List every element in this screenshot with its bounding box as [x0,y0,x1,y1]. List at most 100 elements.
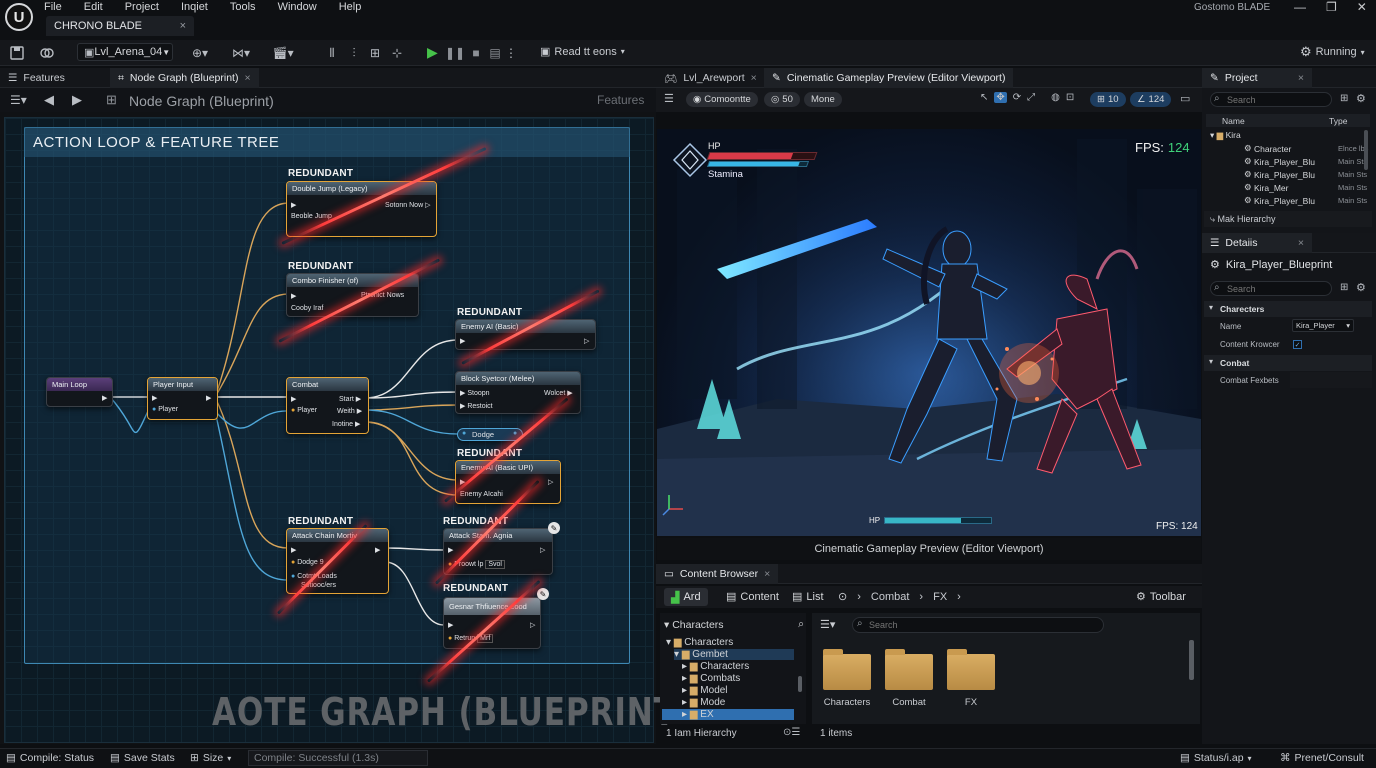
level-selector[interactable]: ▣ Lvl_Arena_04 ▼ [77,43,173,61]
menu-project[interactable]: Project [125,1,159,13]
close-icon[interactable]: × [180,20,186,32]
menu-help[interactable]: Help [339,1,362,13]
viewport-menu-icon[interactable]: ☰ [664,92,674,105]
close-icon[interactable]: × [751,72,757,84]
node-player-input[interactable]: Player Input ▶ ● Player ▶ [147,377,218,420]
node-block-system[interactable]: Block Syetcor (Melee) ▶ Stoopn Wolcet ▶ … [455,371,581,414]
close-icon[interactable]: × [1298,72,1304,84]
exec-pin[interactable]: ▶ [291,395,296,403]
tab-node-graph[interactable]: ⌗ Node Graph (Blueprint) × [110,68,259,88]
maximize-icon[interactable]: ❐ [1326,0,1337,14]
surface-snap-icon[interactable]: ⊡ [1066,92,1074,103]
hamburger-menu-icon[interactable]: ☰▾ [10,93,27,107]
exec-out-pin[interactable]: ▷ [584,337,589,345]
add-button[interactable]: ▟ Ard [664,588,708,606]
eject-button[interactable]: ▤ [487,43,503,63]
details-section-combat[interactable]: Conbat [1204,355,1372,371]
exec-out-pin[interactable]: Start ▶ [339,395,361,403]
minimize-icon[interactable]: — [1294,0,1306,14]
tree-item[interactable]: ▸ ▆ Mode [682,697,725,708]
forward-arrow-icon[interactable]: ▶ [72,92,82,108]
folder-combat-icon[interactable] [885,649,933,690]
data-pin[interactable]: Enemy AIcahi [460,491,503,498]
exec-pin[interactable]: ▶ [206,394,211,402]
tree-item[interactable]: ▸ ▆ Model [682,685,728,696]
tree-item[interactable]: ▾ ▆ Gembet [674,649,794,660]
project-scrollbar[interactable] [1364,130,1368,170]
toolbar-settings-button[interactable]: ⚙ Toolbar [1136,590,1186,604]
exec-pin[interactable]: ▶ [291,201,296,209]
comment-bubble-icon[interactable]: ✎ [548,522,560,534]
document-tab[interactable]: CHRONO BLADE × [46,16,194,36]
cinematics-icon[interactable]: 🎬︎▾ [268,43,298,63]
project-row[interactable]: ▾ ▆ Kira [1210,130,1241,141]
data-pin[interactable]: ● Player [152,406,178,413]
grid-snap-chip[interactable]: ⊞ 10 [1090,92,1126,107]
tree-item[interactable]: ▾ ▆ Characters [666,637,733,648]
columns-icon[interactable]: ⊞ [1340,93,1348,104]
tab-cinematic-preview[interactable]: ✎ Cinematic Gameplay Preview (Editor View… [764,68,1014,88]
add-actor-icon[interactable]: ⊕▾ [186,43,214,63]
close-icon[interactable]: × [764,568,770,580]
tab-project[interactable]: ✎ Project × [1202,68,1312,88]
exec-pin[interactable]: ▶ [102,394,107,402]
rotate-icon[interactable]: ⟳ [1013,92,1021,103]
comment-bubble-icon[interactable]: ✎ [537,588,549,600]
snap-icon[interactable]: ⫶ [346,43,362,63]
compile-button[interactable]: ▤ Compile: Status [6,750,94,766]
exec-out-pin[interactable]: ▶ [375,546,380,554]
gear-icon[interactable]: ⚙ [1356,281,1366,294]
details-search-input[interactable] [1210,281,1332,296]
project-row[interactable]: ⚙ Kira_Player_Blu Main Sts [1244,156,1367,167]
rotation-snap-chip[interactable]: ∠ 124 [1130,92,1172,107]
exec-pin[interactable]: ▶ [448,621,453,629]
search-icon[interactable]: ⌕ [798,618,804,631]
exec-out-pin[interactable]: Wolcet ▶ [544,389,573,397]
content-button[interactable]: ▤ Content [726,590,779,604]
size-dropdown[interactable]: ⊞ Size ▾ [190,750,231,766]
pause-button[interactable]: ❚❚ [445,43,465,63]
exec-pin[interactable]: ▶ Restoict [460,402,493,410]
exec-pin[interactable]: ▶ Stoopn [460,389,490,397]
gear-icon[interactable]: ⚙ [1356,92,1366,105]
data-out-pin[interactable]: ● [513,430,517,437]
scale-icon[interactable]: ⤢ [1027,92,1035,103]
select-icon[interactable]: ↖ [980,92,988,103]
project-row[interactable]: ⚙ Kira_Player_Blu Main Sts [1244,169,1367,180]
tree-scrollbar[interactable] [798,676,802,692]
breadcrumb-combat[interactable]: Combat [871,591,910,603]
data-pin[interactable]: ● Dodge 9 [291,559,324,566]
details-section-characters[interactable]: Charecters [1204,301,1372,317]
node-enemy-ai-basic[interactable]: Enemy AI (Basic) ▶ ▷ [455,319,596,350]
exec-pin[interactable]: ▶ [152,394,157,402]
exec-out-pin[interactable]: Sotonn Now ▷ [385,201,430,209]
asset-scrollbar[interactable] [1189,640,1194,680]
align-icon[interactable]: ⫴ [324,43,340,63]
exec-pin[interactable]: ▶ [291,292,296,300]
menu-tools[interactable]: Tools [230,1,256,13]
more-options-icon[interactable]: ⋮ [505,43,517,63]
exec-out-pin[interactable]: ▷ [540,546,545,554]
close-icon[interactable]: × [1298,237,1304,249]
node-attack-stam[interactable]: Attack Stam. Agnia ▶ ▷ ● Proowt lp Svol [443,528,553,575]
asset-search-input[interactable] [852,617,1104,633]
exec-pin[interactable]: ▶ [448,546,453,554]
exec-pin[interactable]: ▶ [460,337,465,345]
column-type[interactable]: Type [1329,116,1347,126]
content-checkbox[interactable]: ✓ [1293,340,1302,349]
columns-icon[interactable]: ⊞ [1340,282,1348,293]
view-mode-chip[interactable]: Mone [804,92,842,107]
node-dodge[interactable]: ● Dodge ● [457,428,523,441]
column-name[interactable]: Name [1222,116,1329,126]
exec-out-pin[interactable]: Inotine ▶ [332,420,360,428]
fov-chip[interactable]: ◎ 50 [764,92,800,107]
node-combat[interactable]: Combat ▶ ● Player Start ▶ Weith ▶ Inotin… [286,377,369,434]
back-arrow-icon[interactable]: ◀ [44,92,54,108]
transform-icon[interactable]: ⊹ [389,43,405,63]
menu-edit[interactable]: Edit [84,1,103,13]
menu-inqiet[interactable]: Inqiet [181,1,208,13]
save-stats-button[interactable]: ▤ Save Stats [110,750,175,766]
tree-item[interactable]: ▸ ▆ Combats [682,673,740,684]
project-search-input[interactable] [1210,92,1332,107]
data-pin[interactable]: Beoble Jump [291,213,332,220]
